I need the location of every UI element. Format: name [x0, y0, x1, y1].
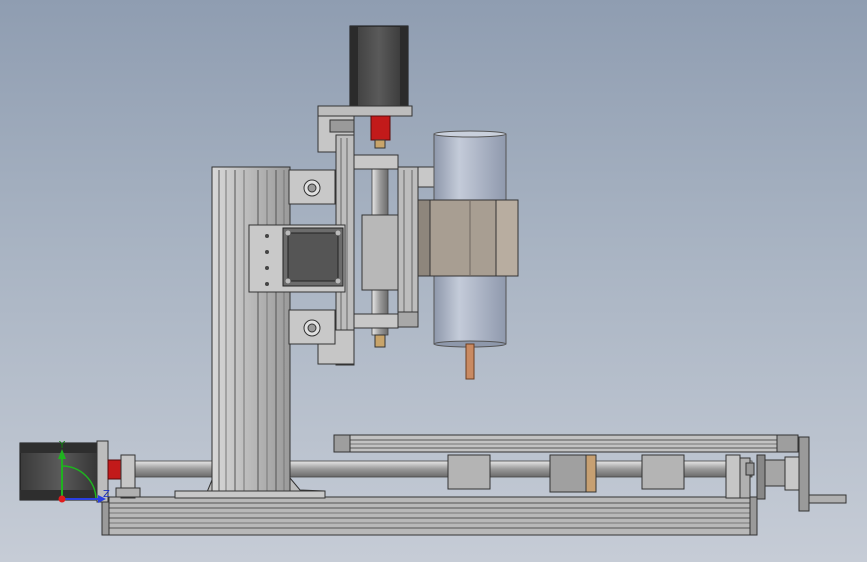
- y-bearing-bracket-top: [288, 169, 336, 205]
- base-extrusion: [101, 496, 758, 536]
- z-stepper-motor: [317, 25, 413, 117]
- cnc-machine-drawing: Y Z: [19, 25, 847, 536]
- x-carriage-blocks: [447, 454, 685, 493]
- cad-viewport[interactable]: Y Z: [0, 0, 867, 562]
- z-lower-bearing: [353, 313, 399, 329]
- spindle-clamp: [417, 199, 519, 277]
- z-nut-block: [361, 214, 403, 291]
- y-bearing-bracket-bottom: [288, 309, 336, 345]
- z-coupler: [370, 115, 391, 149]
- x-coupler: [107, 459, 122, 480]
- triad-x-axis: [58, 495, 66, 503]
- triad-z-label: Z: [103, 489, 110, 500]
- spindle-shaft: [465, 343, 475, 380]
- x-bearing-right: [725, 454, 755, 499]
- column-extrusion: [211, 166, 291, 499]
- bed-extrusion: [333, 434, 799, 453]
- triad-y-label: Y: [58, 440, 66, 451]
- y-motor-plate: [248, 224, 346, 293]
- z-upper-bearing: [353, 154, 399, 170]
